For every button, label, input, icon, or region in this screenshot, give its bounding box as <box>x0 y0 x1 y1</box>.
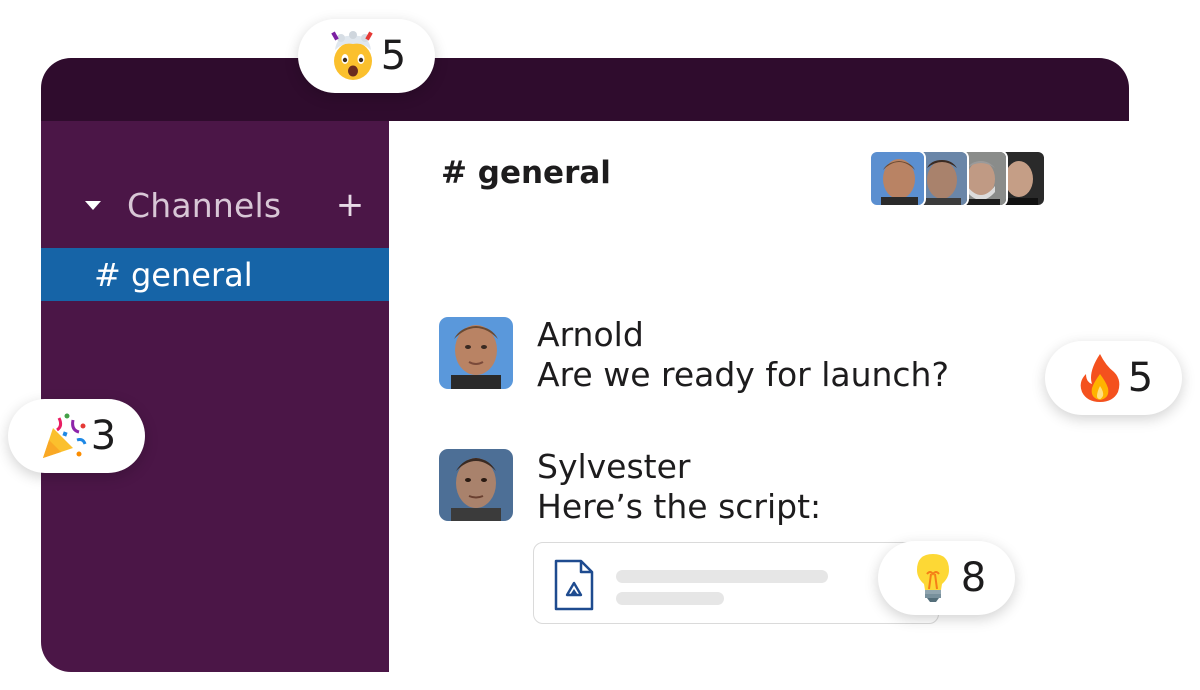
avatar[interactable] <box>439 317 513 389</box>
reaction-exploding-head[interactable]: 5 <box>298 19 435 93</box>
attachment-subtitle-placeholder <box>616 592 724 605</box>
reaction-count: 8 <box>960 555 987 601</box>
reaction-fire[interactable]: 5 <box>1045 341 1182 415</box>
caret-down-icon[interactable] <box>85 200 101 210</box>
message-text: Here’s the script: <box>537 487 822 526</box>
reaction-count: 5 <box>1127 355 1154 401</box>
member-avatar-stack[interactable] <box>869 150 1046 207</box>
attachment-title-placeholder <box>616 570 828 583</box>
title-bar <box>41 58 1129 121</box>
light-bulb-icon <box>907 552 959 604</box>
channels-section-header[interactable]: Channels + <box>85 183 365 227</box>
channels-section-label: Channels <box>127 185 282 225</box>
channel-title: # general <box>441 155 611 191</box>
sidebar-item-general[interactable]: # general <box>41 248 389 301</box>
avatar[interactable] <box>439 449 513 521</box>
fire-icon <box>1074 352 1126 404</box>
reaction-light-bulb[interactable]: 8 <box>878 541 1015 615</box>
party-popper-icon <box>37 410 89 462</box>
message-author[interactable]: Sylvester <box>537 447 690 486</box>
channel-view: # general Arnold Are we ready for launch… <box>389 121 1129 672</box>
message-author[interactable]: Arnold <box>537 315 644 354</box>
avatar <box>869 150 926 207</box>
reaction-party-popper[interactable]: 3 <box>8 399 145 473</box>
reaction-count: 5 <box>380 33 407 79</box>
add-channel-icon[interactable]: + <box>335 185 365 225</box>
exploding-head-icon <box>327 30 379 82</box>
message-text: Are we ready for launch? <box>537 355 949 394</box>
google-drive-file-icon <box>554 559 594 611</box>
reaction-count: 3 <box>90 413 117 459</box>
sidebar-item-label: # general <box>94 255 253 294</box>
sidebar: Channels + # general <box>41 121 389 672</box>
